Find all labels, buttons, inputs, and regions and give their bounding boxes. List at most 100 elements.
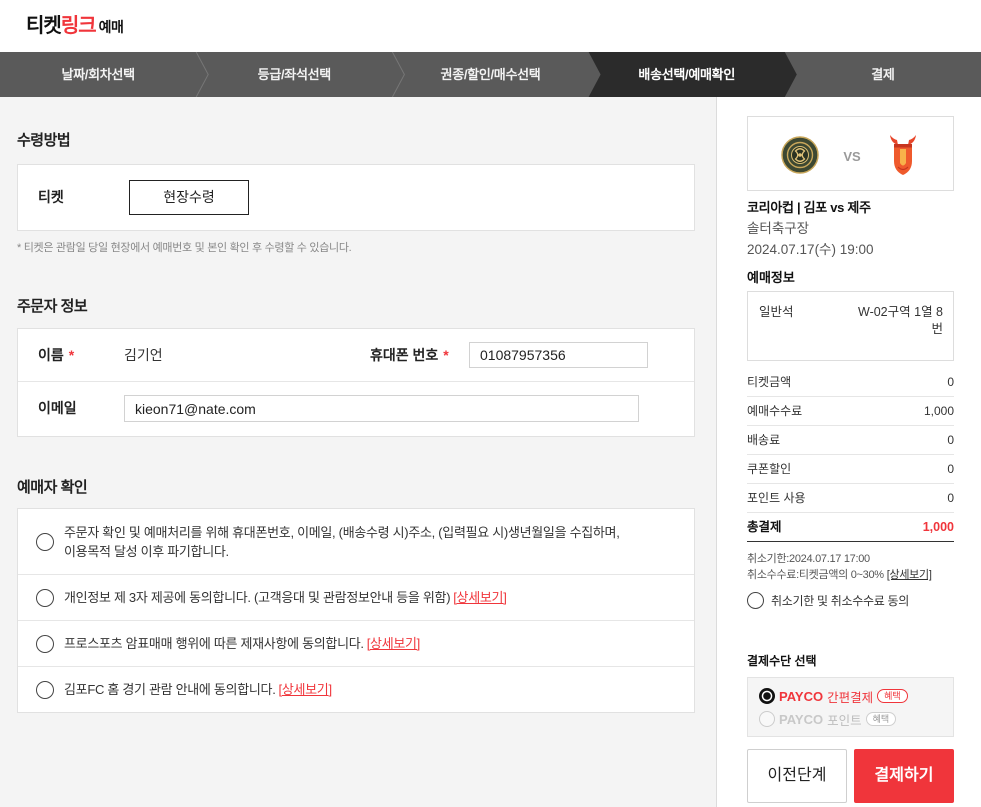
step-date-session: 날짜/회차선택 — [0, 52, 196, 97]
logo-text-reserve: 예매 — [98, 19, 124, 35]
gimpo-fc-logo — [781, 136, 819, 174]
agreement-radio-4[interactable] — [36, 680, 54, 699]
agreement-text: 개인정보 제 3자 제공에 동의합니다. (고객응대 및 관람정보안내 등을 위… — [64, 590, 451, 605]
total-label: 총결제 — [747, 520, 782, 534]
step-payment: 결제 — [785, 52, 981, 97]
step-ticket-type-discount: 권종/할인/매수선택 — [392, 52, 588, 97]
price-value: 0 — [947, 462, 954, 476]
price-label: 배송료 — [747, 433, 781, 447]
logo-text-link: 링크 — [60, 15, 97, 37]
email-input[interactable] — [124, 395, 639, 422]
site-header: 티켓링크 예매 — [0, 0, 981, 52]
agreement-radio-2[interactable] — [36, 588, 54, 607]
price-value: 0 — [947, 433, 954, 447]
required-mark: * — [68, 347, 75, 363]
cancel-agree-radio[interactable] — [747, 592, 764, 609]
price-row-ticket: 티켓금액 0 — [747, 368, 954, 397]
receive-note: * 티켓은 관람일 당일 현장에서 예매번호 및 본인 확인 후 수령할 수 있… — [17, 242, 352, 254]
price-value: 0 — [947, 491, 954, 505]
payment-option-name: 포인트 — [827, 713, 862, 728]
agreement-text-wrap: 개인정보 제 3자 제공에 동의합니다. (고객응대 및 관람정보안내 등을 위… — [64, 588, 694, 607]
booking-summary-panel: VS 코리아컵 | 김포 vs 제주 솔터축구장 2024.07.17(수) 1… — [716, 97, 981, 807]
ticket-label: 티켓 — [38, 189, 64, 205]
agreement-text: 프로스포츠 암표매매 행위에 따른 제재사항에 동의합니다. — [64, 636, 364, 651]
price-value: 0 — [947, 375, 954, 389]
seat-grade: 일반석 — [759, 305, 794, 319]
price-label: 포인트 사용 — [747, 491, 806, 505]
versus-text: VS — [843, 149, 861, 164]
cancel-agree-label: 취소기한 및 취소수수료 동의 — [771, 594, 909, 608]
cancel-deadline: 취소기한:2024.07.17 17:00 — [747, 553, 870, 565]
ticketlink-logo[interactable]: 티켓링크 예매 — [26, 13, 124, 39]
price-row-points: 포인트 사용 0 — [747, 484, 954, 513]
step-label: 날짜/회차선택 — [61, 67, 135, 82]
main-content: 수령방법 티켓 현장수령 * 티켓은 관람일 당일 현장에서 예매번호 및 본인… — [0, 97, 981, 807]
step-label: 결제 — [871, 67, 895, 82]
agreement-radio-1[interactable] — [36, 532, 54, 551]
price-row-total: 총결제 1,000 — [747, 513, 954, 542]
step-grade-seat: 등급/좌석선택 — [196, 52, 392, 97]
payment-option-name: 간편결제 — [827, 690, 874, 705]
detail-link[interactable]: [상세보기] — [367, 636, 421, 651]
payment-option-payco-easy[interactable]: PAYCO 간편결제 혜택 — [759, 687, 908, 705]
match-datetime: 2024.07.17(수) 19:00 — [747, 242, 874, 257]
phone-label: 휴대폰 번호 * — [370, 329, 449, 382]
payco-brand: PAYCO — [779, 688, 824, 704]
agreement-text-wrap: 김포FC 홈 경기 관람 안내에 동의합니다. [상세보기] — [64, 680, 694, 699]
step-label: 등급/좌석선택 — [257, 67, 332, 82]
seat-info-box: 일반석 W-02구역 1열 8번 — [747, 291, 954, 361]
orderer-info-title: 주문자 정보 — [17, 298, 88, 315]
booking-info-title: 예매정보 — [747, 270, 795, 285]
step-delivery-confirm: 배송선택/예매확인 — [589, 52, 785, 97]
step-label: 권종/할인/매수선택 — [440, 67, 541, 82]
agreement-text-wrap: 프로스포츠 암표매매 행위에 따른 제재사항에 동의합니다. [상세보기] — [64, 634, 694, 653]
step-label: 배송선택/예매확인 — [638, 67, 735, 82]
detail-link[interactable]: [상세보기] — [453, 590, 507, 605]
cancel-fee-text: 취소수수료:티켓금액의 0~30% — [747, 569, 884, 581]
onsite-pickup-button[interactable]: 현장수령 — [129, 180, 249, 215]
price-label: 티켓금액 — [747, 375, 792, 389]
phone-label-text: 휴대폰 번호 — [370, 347, 439, 363]
orderer-row-name-phone: 이름 * 김기언 휴대폰 번호 * — [18, 329, 694, 382]
payco-brand: PAYCO — [779, 711, 824, 727]
payment-method-title: 결제수단 선택 — [747, 654, 817, 668]
detail-link[interactable]: [상세보기] — [279, 682, 333, 697]
cancel-agree: 취소기한 및 취소수수료 동의 — [747, 592, 954, 610]
agreement-box: 주문자 확인 및 예매처리를 위해 휴대폰번호, 이메일, (배송수령 시)주소… — [17, 508, 695, 713]
previous-step-button[interactable]: 이전단계 — [747, 749, 847, 803]
price-breakdown: 티켓금액 0 예매수수료 1,000 배송료 0 쿠폰할인 0 포인트 사용 0 총결제 1… — [747, 368, 954, 542]
total-value: 1,000 — [922, 520, 954, 534]
agreement-text-line: 이용목적 달성 이후 파기합니다. — [64, 543, 229, 559]
name-value: 김기언 — [124, 347, 163, 363]
match-teams-box: VS — [747, 116, 954, 191]
agreement-radio-3[interactable] — [36, 634, 54, 653]
price-label: 쿠폰할인 — [747, 462, 792, 476]
name-label: 이름 * — [38, 329, 74, 382]
payment-radio[interactable] — [759, 688, 775, 704]
venue-name: 솔터축구장 — [747, 221, 810, 236]
agreement-item-scalping-sanction: 프로스포츠 암표매매 행위에 따른 제재사항에 동의합니다. [상세보기] — [18, 620, 694, 666]
booking-form-panel: 수령방법 티켓 현장수령 * 티켓은 관람일 당일 현장에서 예매번호 및 본인… — [0, 97, 716, 807]
cancel-fee-line: 취소수수료:티켓금액의 0~30% [상세보기] — [747, 568, 932, 582]
payment-method-box: PAYCO 간편결제 혜택 PAYCO 포인트 혜택 — [747, 677, 954, 737]
jeju-united-logo — [890, 135, 916, 175]
pay-button[interactable]: 결제하기 — [854, 749, 954, 803]
orderer-info-box: 이름* 김기언 휴대폰 번호* 이메일 — [17, 328, 695, 437]
receive-method-title: 수령방법 — [17, 132, 71, 149]
payment-option-payco-point: PAYCO 포인트 혜택 — [759, 710, 897, 728]
agreement-item-privacy-collect: 주문자 확인 및 예매처리를 위해 휴대폰번호, 이메일, (배송수령 시)주소… — [18, 509, 694, 574]
required-mark: * — [443, 347, 449, 363]
benefit-badge: 혜택 — [865, 712, 897, 726]
price-row-booking-fee: 예매수수료 1,000 — [747, 397, 954, 426]
email-label: 이메일 — [38, 400, 77, 416]
price-label: 예매수수료 — [747, 404, 803, 418]
payment-radio — [759, 711, 775, 727]
agreement-item-home-game-guide: 김포FC 홈 경기 관람 안내에 동의합니다. [상세보기] — [18, 666, 694, 712]
match-title: 코리아컵 | 김포 vs 제주 — [747, 200, 871, 215]
name-label-text: 이름 — [38, 347, 64, 363]
phone-input[interactable] — [469, 342, 648, 368]
step-labels: 날짜/회차선택 등급/좌석선택 권종/할인/매수선택 배송선택/예매확인 결제 — [0, 52, 981, 97]
benefit-badge[interactable]: 혜택 — [877, 689, 908, 703]
cancel-fee-detail-link[interactable]: [상세보기] — [887, 569, 932, 581]
orderer-row-email: 이메일 — [18, 382, 694, 435]
